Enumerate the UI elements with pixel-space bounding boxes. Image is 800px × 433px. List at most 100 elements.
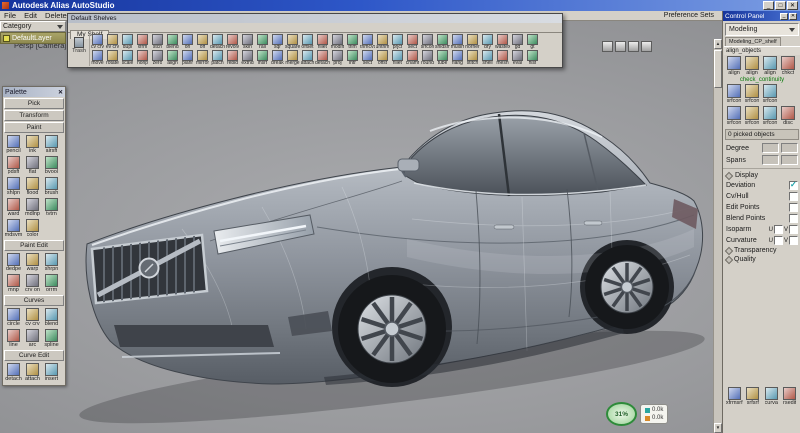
shelf-tool[interactable]: stitch xyxy=(465,50,480,66)
palette-tool[interactable]: circle xyxy=(4,308,23,327)
display-extra-row[interactable]: Quality xyxy=(723,255,800,264)
trash-dropzone[interactable]: Trash xyxy=(69,34,90,66)
palette-tool[interactable]: arc xyxy=(23,329,42,348)
palette-tool[interactable]: flood xyxy=(23,177,42,196)
display-checkbox[interactable] xyxy=(789,181,798,190)
palette-tool[interactable]: crv on xyxy=(23,274,42,293)
palette-tool[interactable]: spline xyxy=(42,329,61,348)
palette-section-transform[interactable]: Transform xyxy=(4,110,64,121)
spans-input-u[interactable] xyxy=(762,155,779,165)
palette-tool[interactable]: bvool xyxy=(42,156,61,175)
shelf-tool[interactable]: shell xyxy=(480,50,495,66)
v-checkbox[interactable] xyxy=(789,236,798,245)
shelf-tool[interactable]: eval xyxy=(510,50,525,66)
shade-toggle-icon[interactable] xyxy=(615,41,626,52)
shelf-tool[interactable]: shldsm xyxy=(435,34,450,50)
display-checkbox[interactable] xyxy=(789,203,798,212)
viewport-scrollbar[interactable]: ▲ ▼ xyxy=(713,39,722,433)
maximize-button[interactable]: □ xyxy=(775,1,786,10)
car-model[interactable] xyxy=(62,79,712,429)
cp-tool[interactable]: srfsrf xyxy=(744,387,763,406)
shelf-tool[interactable]: offst xyxy=(375,50,390,66)
shelf-tool[interactable]: proj xyxy=(330,50,345,66)
v-checkbox[interactable] xyxy=(789,225,798,234)
u-checkbox[interactable] xyxy=(774,236,783,245)
shelf-tool[interactable]: dry xyxy=(480,34,495,50)
palette-tool[interactable]: attach xyxy=(23,363,42,382)
control-panel-titlebar[interactable]: Control Panel _ ✕ xyxy=(723,11,800,21)
palette-titlebar[interactable]: Palette ✕ xyxy=(3,87,65,97)
shelf-tool[interactable]: merge xyxy=(285,50,300,66)
display-checkbox[interactable] xyxy=(789,192,798,201)
shelf-tool[interactable]: move xyxy=(90,50,105,66)
palette-tool[interactable]: insert xyxy=(42,363,61,382)
cp-tool[interactable]: curva xyxy=(762,387,781,406)
panel-close-button[interactable]: ✕ xyxy=(789,13,797,20)
viewport-canvas[interactable]: Persp [Camera] xyxy=(0,21,722,433)
shelf-tool[interactable]: offset xyxy=(300,34,315,50)
cp-shelf-tab[interactable]: Modeling_CP_shelf xyxy=(725,37,781,46)
display-checkbox[interactable] xyxy=(789,214,798,223)
shelf-titlebar[interactable]: Default Shelves xyxy=(68,14,562,23)
cp-tool[interactable]: srfcon xyxy=(761,84,779,104)
shelf-tool[interactable]: zero xyxy=(150,50,165,66)
shelf-tool[interactable]: extnd xyxy=(240,50,255,66)
palette-tool[interactable]: color xyxy=(23,219,42,238)
shelf-tool[interactable]: tube xyxy=(435,50,450,66)
palette-tool[interactable]: ward xyxy=(4,198,23,217)
shelf-tool[interactable]: flang xyxy=(450,50,465,66)
shelf-tool[interactable]: attach xyxy=(300,50,315,66)
titlebar[interactable]: Autodesk Alias AutoStudio _ □ ✕ xyxy=(0,0,800,11)
menu-item[interactable]: File xyxy=(0,11,20,20)
align-objects-tab[interactable]: align_objects xyxy=(724,46,800,55)
shelf-tool[interactable]: mulsrf xyxy=(450,34,465,50)
camera-icon[interactable] xyxy=(641,41,652,52)
shelf-tool[interactable]: on xyxy=(180,34,195,50)
shelf-tool[interactable]: cv crv xyxy=(90,34,105,50)
palette-tool[interactable]: line xyxy=(4,329,23,348)
degree-input-u[interactable] xyxy=(762,143,779,153)
shelf-tool[interactable]: fillet xyxy=(315,34,330,50)
scroll-up-icon[interactable]: ▲ xyxy=(714,39,722,49)
shelf-tool[interactable]: horner xyxy=(465,34,480,50)
shelf-tool[interactable]: chamf xyxy=(405,50,420,66)
palette-tool[interactable]: airsft xyxy=(42,135,61,154)
shelf-tool[interactable]: srfcon xyxy=(420,34,435,50)
shelf-tool[interactable]: ev crv xyxy=(105,34,120,50)
shelf-tool[interactable]: intr xyxy=(345,50,360,66)
shelf-tool[interactable]: break xyxy=(270,50,285,66)
palette-tool[interactable]: mnp xyxy=(4,274,23,293)
palette-close-icon[interactable]: ✕ xyxy=(58,89,63,96)
cp-tool[interactable]: srfcon xyxy=(761,106,779,126)
cp-tool[interactable]: xfrmsrf xyxy=(725,387,744,406)
degree-input-v[interactable] xyxy=(781,143,798,153)
shelf-tool[interactable]: gt xyxy=(525,34,540,50)
shelf-tool[interactable]: round xyxy=(420,50,435,66)
shelf-tool[interactable]: planr xyxy=(180,50,195,66)
shelf-tool[interactable]: sect xyxy=(360,50,375,66)
shelf-tool[interactable]: square xyxy=(285,34,300,50)
shelf-tool[interactable]: stch xyxy=(150,34,165,50)
u-checkbox[interactable] xyxy=(774,225,783,234)
shelf-tool[interactable]: gd xyxy=(510,34,525,50)
panel-minimize-button[interactable]: _ xyxy=(780,13,788,20)
shelf-tool[interactable]: dupl xyxy=(120,34,135,50)
palette-section-pick[interactable]: Pick xyxy=(4,98,64,109)
palette-tool[interactable]: pencil xyxy=(4,135,23,154)
cp-tool[interactable]: align xyxy=(743,56,761,76)
palette-tool[interactable]: tvtrn xyxy=(42,198,61,217)
palette-tool[interactable]: shlpn xyxy=(4,177,23,196)
shelf-tool[interactable]: xfrm xyxy=(135,34,150,50)
cp-tool[interactable]: align xyxy=(761,56,779,76)
palette-tool[interactable]: pdsft xyxy=(4,156,23,175)
menu-item[interactable]: Edit xyxy=(20,11,41,20)
palette-section-curve-edit[interactable]: Curve Edit xyxy=(4,350,64,361)
palette-tool[interactable]: warp xyxy=(23,253,42,272)
palette-tool[interactable]: detach xyxy=(4,363,23,382)
shelf-tool[interactable]: trimcvt xyxy=(360,34,375,50)
shelf-tool[interactable]: mirror xyxy=(195,50,210,66)
preference-sets-button[interactable]: Preference Sets xyxy=(664,12,722,19)
shelf-tool[interactable]: wastex xyxy=(495,34,510,50)
palette-tool[interactable]: dedpe xyxy=(4,253,23,272)
spans-input-v[interactable] xyxy=(781,155,798,165)
